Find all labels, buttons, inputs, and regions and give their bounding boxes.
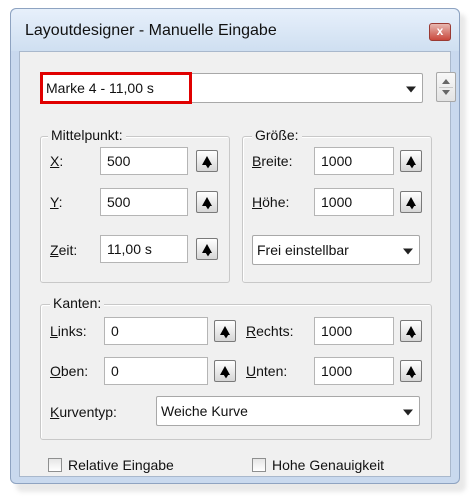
kurventyp-select[interactable]: Weiche Kurve: [156, 396, 420, 426]
breite-field[interactable]: 1000: [314, 147, 394, 175]
relative-checkbox[interactable]: [48, 458, 62, 472]
y-label: Y:: [50, 194, 63, 210]
group-kanten-title: Kanten:: [50, 295, 105, 311]
arrows-icon: [202, 244, 212, 257]
oben-field[interactable]: 0: [104, 357, 208, 385]
marker-spinner[interactable]: [436, 72, 456, 102]
x-field[interactable]: 500: [100, 147, 188, 175]
arrows-icon: [220, 366, 230, 379]
x-toggle-button[interactable]: [196, 150, 218, 172]
arrows-icon: [406, 197, 416, 210]
dialog-client-area: Marke 4 - 11,00 s Mittelpunkt: X: 500 Y:…: [19, 51, 456, 477]
links-field[interactable]: 0: [104, 317, 208, 345]
arrows-icon: [202, 197, 212, 210]
y-field[interactable]: 500: [100, 188, 188, 216]
chevron-down-icon: [406, 86, 416, 93]
chevron-down-icon: [403, 409, 413, 416]
rechts-label: Rechts:: [246, 323, 294, 339]
unten-field[interactable]: 1000: [314, 357, 394, 385]
links-label: Links:: [50, 323, 87, 339]
oben-toggle-button[interactable]: [214, 360, 236, 382]
arrows-icon: [202, 156, 212, 169]
zeit-field[interactable]: 11,00 s: [100, 235, 188, 263]
close-icon: x: [436, 24, 444, 38]
x-label: X:: [50, 153, 64, 169]
rechts-toggle-button[interactable]: [400, 320, 422, 342]
spin-divider: [439, 87, 453, 88]
chevron-down-icon: [403, 248, 413, 255]
y-toggle-button[interactable]: [196, 191, 218, 213]
kurventyp-value: Weiche Kurve: [161, 403, 248, 419]
relative-label[interactable]: Relative Eingabe: [68, 457, 174, 473]
spin-up-icon[interactable]: [442, 79, 450, 84]
group-groesse-title: Größe:: [252, 127, 302, 143]
precision-label[interactable]: Hohe Genauigkeit: [272, 457, 384, 473]
close-button[interactable]: x: [429, 23, 451, 41]
zeit-label: Zeit:: [50, 242, 78, 258]
breite-label: Breite:: [252, 153, 293, 169]
size-mode-select[interactable]: Frei einstellbar: [252, 235, 420, 265]
zeit-toggle-button[interactable]: [196, 238, 218, 260]
rechts-field[interactable]: 1000: [314, 317, 394, 345]
links-toggle-button[interactable]: [214, 320, 236, 342]
breite-toggle-button[interactable]: [400, 150, 422, 172]
precision-checkbox[interactable]: [252, 458, 266, 472]
dialog-window: Layoutdesigner - Manuelle Eingabe x Mark…: [10, 8, 460, 484]
oben-label: Oben:: [50, 363, 89, 379]
hoehe-field[interactable]: 1000: [314, 188, 394, 216]
spin-down-icon[interactable]: [442, 90, 450, 95]
group-mittelpunkt-title: Mittelpunkt:: [48, 127, 126, 143]
arrows-icon: [406, 366, 416, 379]
arrows-icon: [406, 326, 416, 339]
unten-label: Unten:: [246, 363, 288, 379]
unten-toggle-button[interactable]: [400, 360, 422, 382]
hoehe-toggle-button[interactable]: [400, 191, 422, 213]
window-title: Layoutdesigner - Manuelle Eingabe: [25, 22, 277, 39]
arrows-icon: [406, 156, 416, 169]
size-mode-value: Frei einstellbar: [257, 242, 349, 258]
highlight-box: [40, 72, 192, 104]
kurventyp-label: Kurventyp:: [50, 404, 117, 420]
title-bar[interactable]: Layoutdesigner - Manuelle Eingabe x: [11, 9, 459, 51]
arrows-icon: [220, 326, 230, 339]
hoehe-label: Höhe:: [252, 194, 290, 210]
